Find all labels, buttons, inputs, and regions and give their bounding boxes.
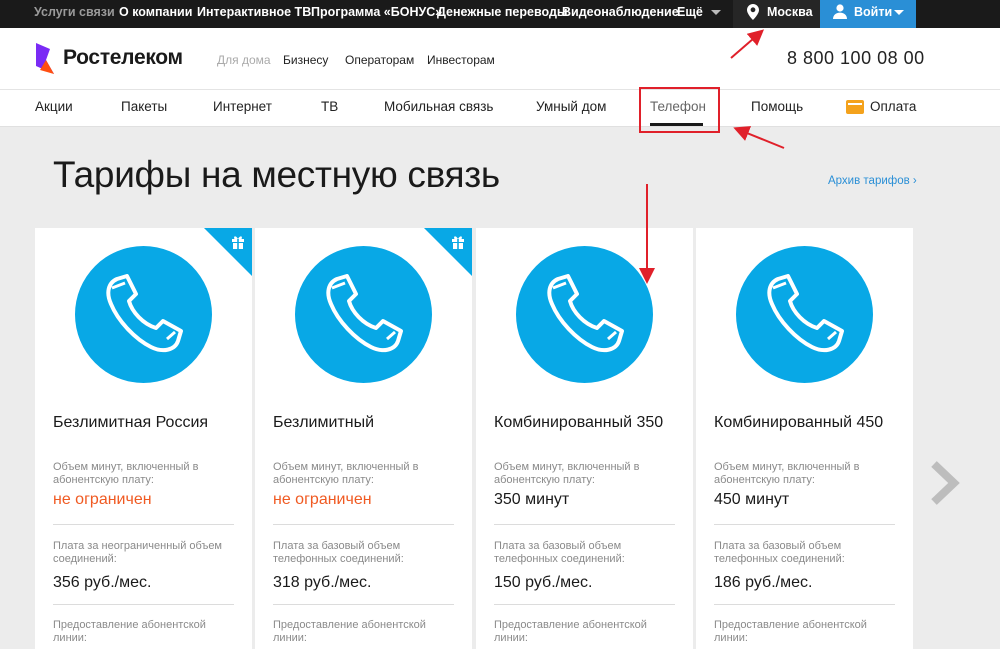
fee-value: 318 руб./мес. [273, 574, 372, 591]
login-button[interactable]: Войти [820, 0, 916, 28]
divider [714, 524, 895, 525]
fee-value: 356 руб./мес. [53, 574, 152, 591]
fee-label: Плата за базовый объем телефонных соедин… [494, 540, 625, 565]
site-header: Ростелеком Для дома Бизнесу Операторам И… [0, 28, 1000, 90]
topbar-link-company[interactable]: О компании [119, 0, 192, 28]
phone-handset-icon [106, 274, 183, 353]
login-label: Войти [854, 5, 893, 19]
topbar-link-interactive-tv[interactable]: Интерактивное ТВ [197, 0, 311, 28]
nav-item-smart-home[interactable]: Умный дом [536, 99, 606, 114]
gift-icon [452, 236, 464, 249]
minutes-value: 350 минут [494, 491, 570, 508]
nav-item-internet[interactable]: Интернет [213, 99, 272, 114]
topbar-link-money-transfer[interactable]: Денежные переводы [437, 0, 568, 28]
phone-handset-icon [547, 274, 624, 353]
gift-icon [232, 236, 244, 249]
segment-business[interactable]: Бизнесу [283, 53, 328, 67]
minutes-value: не ограничен [53, 491, 152, 508]
fee-value: 186 руб./мес. [714, 574, 813, 591]
minutes-label: Объем минут, включенный в абонентскую пл… [53, 461, 199, 486]
tariff-name: Комбинированный 350 [494, 414, 664, 431]
tariff-card[interactable]: Безлимитный Объем минут, включенный в аб… [255, 228, 472, 649]
tariff-card[interactable]: Комбинированный 450 Объем минут, включен… [696, 228, 913, 649]
fee-label: Плата за базовый объем телефонных соедин… [714, 540, 845, 565]
location-pin-icon [747, 4, 759, 20]
phone-handset-icon [326, 274, 403, 353]
chevron-down-icon [894, 10, 904, 15]
city-label: Москва [767, 5, 813, 19]
support-phone[interactable]: 8 800 100 08 00 [787, 48, 925, 69]
minutes-label: Объем минут, включенный в абонентскую пл… [494, 461, 640, 486]
tariff-card[interactable]: Комбинированный 350 Объем минут, включен… [476, 228, 693, 649]
nav-item-help[interactable]: Помощь [751, 99, 803, 114]
bank-card-icon [846, 100, 864, 114]
annotation-highlight-box [639, 87, 720, 133]
divider [53, 524, 234, 525]
tariff-card[interactable]: Безлимитная Россия Объем минут, включенн… [35, 228, 252, 649]
archive-tariffs-link[interactable]: Архив тарифов › [828, 175, 917, 187]
nav-item-tv[interactable]: ТВ [321, 99, 338, 114]
divider [273, 604, 454, 605]
top-bar: Услуги связи О компании Интерактивное ТВ… [0, 0, 1000, 28]
divider [714, 604, 895, 605]
tariff-icon-circle [736, 246, 873, 383]
nav-item-mobile[interactable]: Мобильная связь [384, 99, 493, 114]
topbar-link-services[interactable]: Услуги связи [34, 0, 115, 28]
tariff-icon-circle [516, 246, 653, 383]
segment-home[interactable]: Для дома [217, 53, 271, 67]
line-label: Предоставление абонентской линии: [494, 619, 647, 644]
city-selector-button[interactable]: Москва [733, 0, 820, 28]
line-label: Предоставление абонентской линии: [714, 619, 867, 644]
page-title: Тарифы на местную связь [53, 154, 500, 195]
chevron-down-icon [710, 10, 721, 16]
user-icon [833, 4, 847, 19]
divider [494, 604, 675, 605]
divider [494, 524, 675, 525]
chevron-right-icon[interactable] [928, 460, 960, 506]
nav-item-promotions[interactable]: Акции [35, 99, 73, 114]
line-label: Предоставление абонентской линии: [273, 619, 426, 644]
minutes-label: Объем минут, включенный в абонентскую пл… [273, 461, 419, 486]
topbar-more-label: Ещё [677, 5, 703, 19]
main-navigation: Акции Пакеты Интернет ТВ Мобильная связь… [0, 90, 1000, 127]
fee-value: 150 руб./мес. [494, 574, 593, 591]
segment-operators[interactable]: Операторам [345, 53, 414, 67]
topbar-more-menu[interactable]: Ещё [677, 0, 721, 28]
rostelecom-logo-icon[interactable] [34, 40, 56, 76]
minutes-value: не ограничен [273, 491, 372, 508]
annotation-arrow-phone-tab [733, 126, 785, 149]
line-label: Предоставление абонентской линии: [53, 619, 206, 644]
tariff-name: Безлимитная Россия [53, 414, 209, 431]
nav-item-packages[interactable]: Пакеты [121, 99, 167, 114]
minutes-value: 450 минут [714, 491, 790, 508]
topbar-link-bonus[interactable]: Программа «БОНУС» [311, 0, 442, 28]
divider [273, 524, 454, 525]
divider [53, 604, 234, 605]
fee-label: Плата за базовый объем телефонных соедин… [273, 540, 404, 565]
tariff-name: Комбинированный 450 [714, 414, 884, 431]
nav-item-payment[interactable]: Оплата [870, 99, 916, 114]
phone-handset-icon [767, 274, 844, 353]
brand-name[interactable]: Ростелеком [63, 46, 183, 70]
tariff-icon-circle [295, 246, 432, 383]
tariff-icon-circle [75, 246, 212, 383]
segment-investors[interactable]: Инвесторам [427, 53, 495, 67]
tariff-name: Безлимитный [273, 414, 375, 431]
topbar-link-video-surveillance[interactable]: Видеонаблюдение [562, 0, 679, 28]
fee-label: Плата за неограниченный объем соединений… [53, 540, 222, 565]
minutes-label: Объем минут, включенный в абонентскую пл… [714, 461, 860, 486]
